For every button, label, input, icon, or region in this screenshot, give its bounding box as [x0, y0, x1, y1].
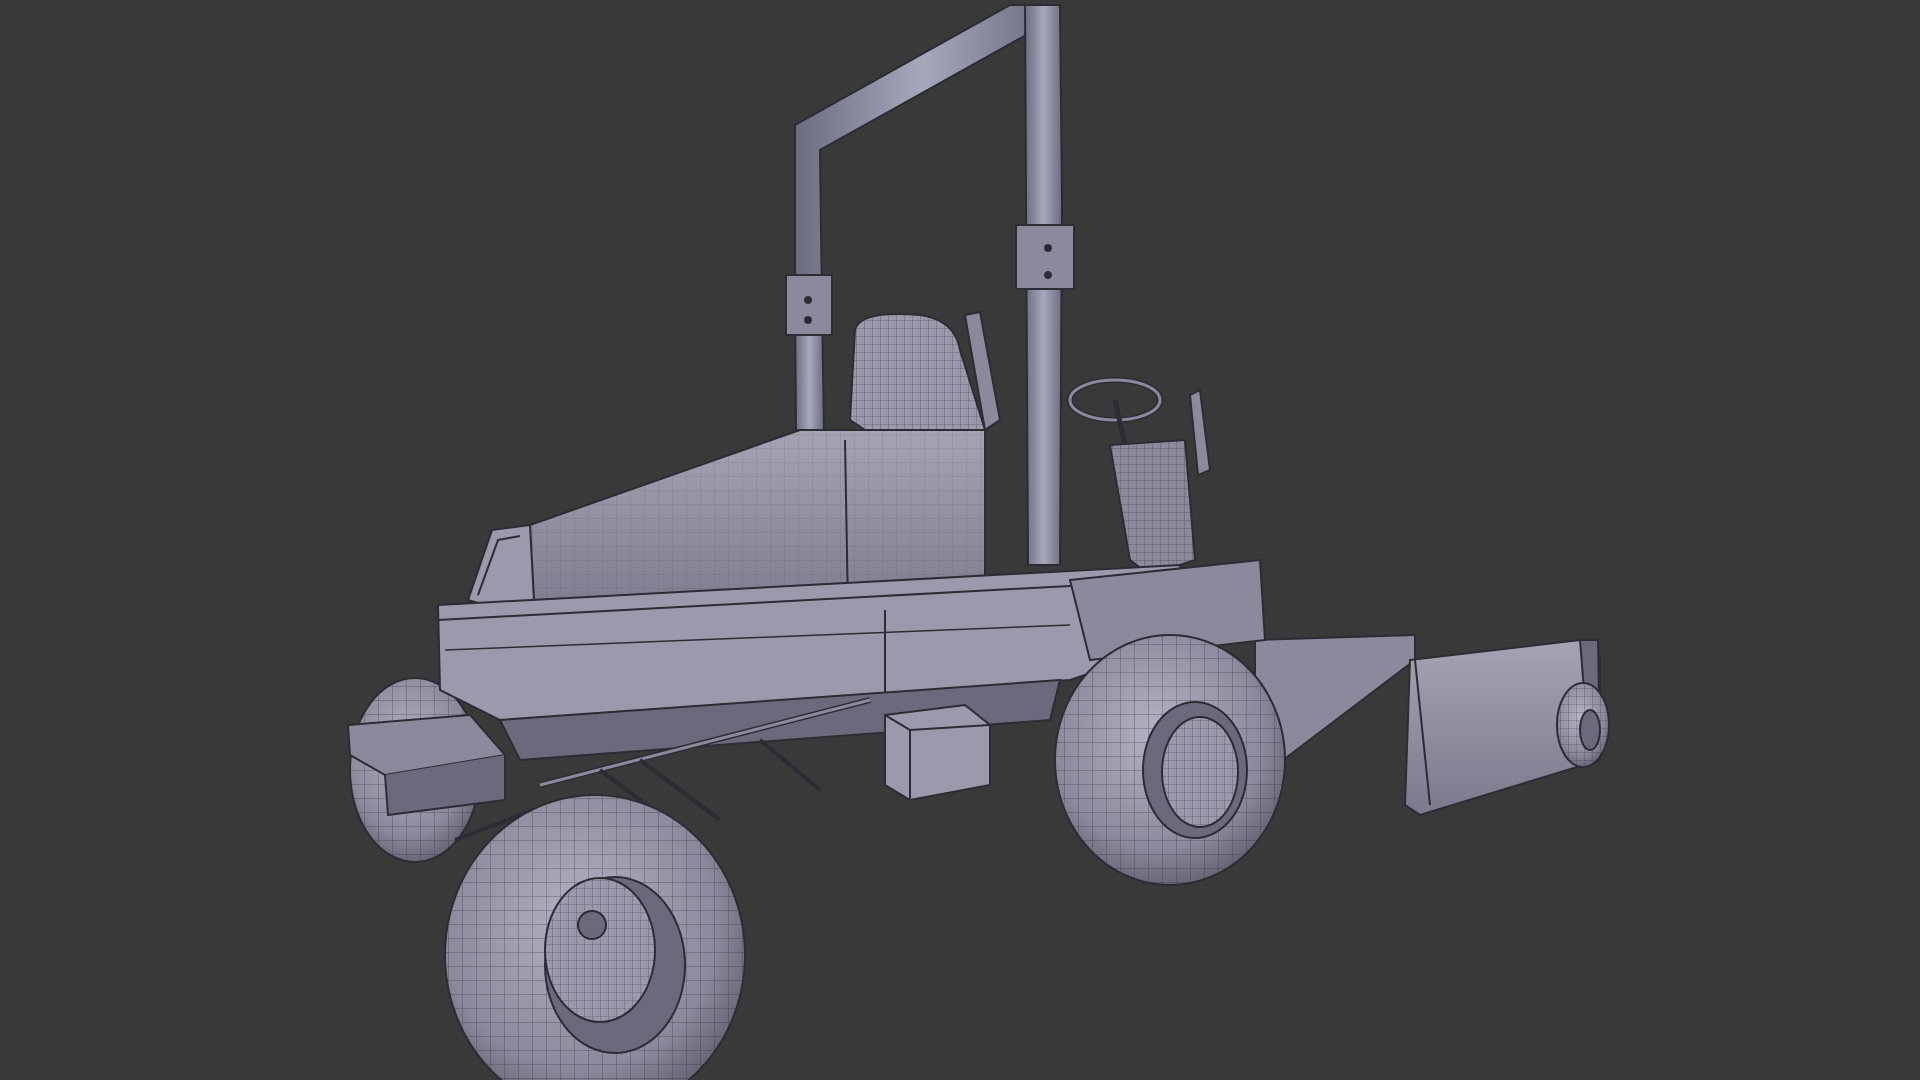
mower-tractor-render: [346, 4, 1610, 1080]
steering-column: [1067, 377, 1212, 577]
front-left-tire: [444, 794, 746, 1080]
seat: [848, 310, 1002, 442]
mower-deck: [1254, 633, 1610, 817]
middle-right-tire: [1054, 634, 1286, 886]
battery: [884, 703, 991, 802]
3d-viewport[interactable]: [0, 0, 1920, 1080]
